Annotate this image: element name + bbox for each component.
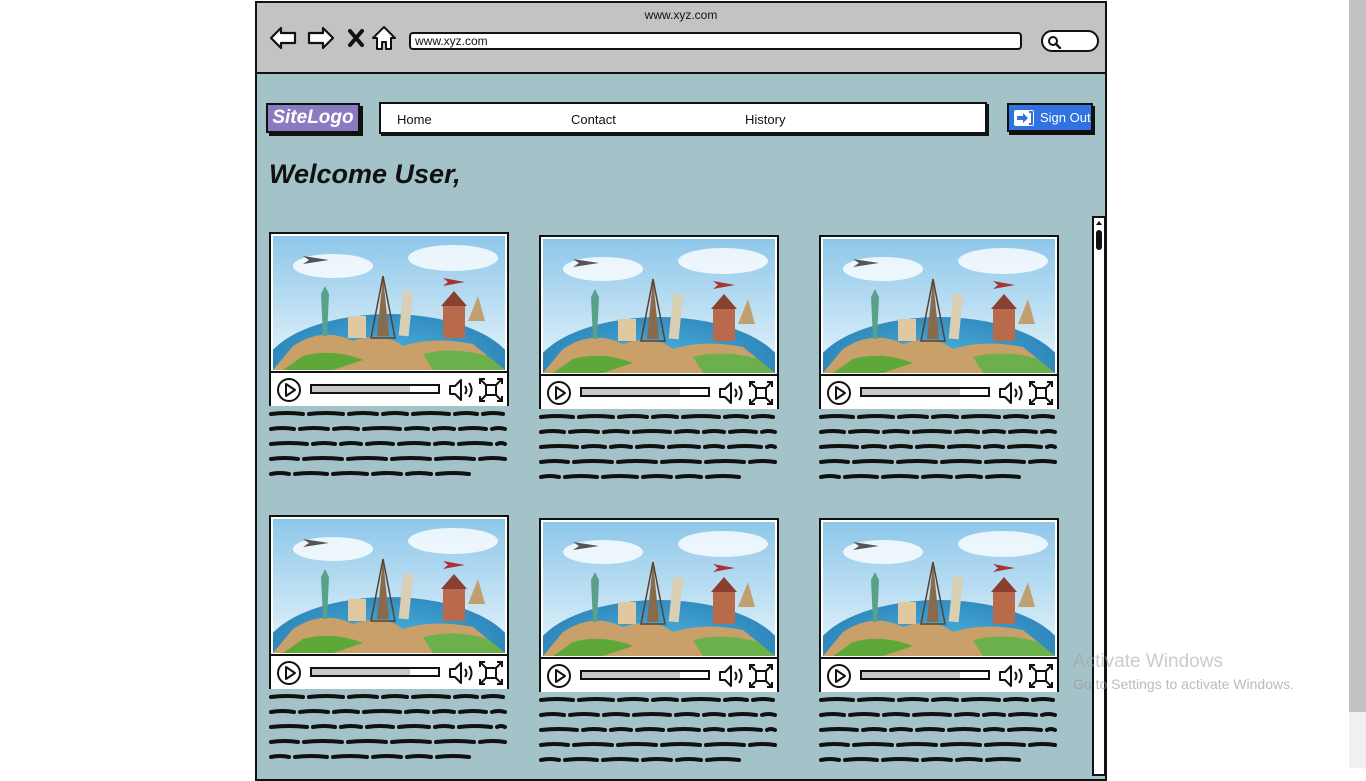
activation-watermark-subtitle: Go to Settings to activate Windows. [1073,676,1294,692]
video-thumbnail[interactable] [543,522,775,656]
video-seek-progress [862,672,961,678]
video-thumbnail[interactable] [823,239,1055,373]
browser-window: www.xyz.com www.xyz.com SiteLogo Home Co… [255,1,1107,781]
fullscreen-icon[interactable] [1028,663,1054,689]
video-seek-progress [862,389,961,395]
video-description-placeholder [539,411,779,485]
video-controls [541,657,777,692]
page-scrollbar-thumb[interactable] [1349,0,1366,712]
video-card [269,232,509,482]
fullscreen-icon[interactable] [478,377,504,403]
video-thumbnail[interactable] [273,236,505,370]
play-icon[interactable] [276,660,302,686]
nav-home[interactable]: Home [397,112,432,127]
video-thumbnail[interactable] [823,522,1055,656]
video-seek-bar[interactable] [860,387,990,397]
volume-icon[interactable] [448,660,476,686]
content-scrollbar[interactable] [1092,216,1106,776]
back-arrow-icon[interactable] [269,23,297,53]
volume-icon[interactable] [998,663,1026,689]
play-icon[interactable] [546,663,572,689]
video-controls [821,374,1057,409]
fullscreen-icon[interactable] [748,663,774,689]
video-seek-bar[interactable] [310,667,440,677]
nav-history[interactable]: History [745,112,785,127]
sign-in-arrow-icon [1014,109,1034,126]
video-player[interactable] [269,232,509,406]
video-player[interactable] [269,515,509,689]
play-icon[interactable] [276,377,302,403]
video-seek-progress [312,669,411,675]
video-player[interactable] [539,518,779,692]
welcome-heading: Welcome User, [269,159,461,189]
video-controls [271,654,507,689]
sign-out-label: Sign Out [1040,110,1091,125]
volume-icon[interactable] [448,377,476,403]
site-logo[interactable]: SiteLogo [266,103,360,133]
video-player[interactable] [819,235,1059,409]
fullscreen-icon[interactable] [1028,380,1054,406]
video-card [269,515,509,765]
close-icon[interactable] [342,23,370,53]
video-thumbnail[interactable] [273,519,505,653]
volume-icon[interactable] [998,380,1026,406]
video-player[interactable] [819,518,1059,692]
volume-icon[interactable] [718,663,746,689]
video-controls [271,371,507,406]
video-seek-progress [582,672,681,678]
play-icon[interactable] [826,380,852,406]
activation-watermark-title: Activate Windows [1073,651,1223,672]
video-card [539,235,779,485]
video-seek-bar[interactable] [310,384,440,394]
video-seek-bar[interactable] [580,670,710,680]
search-field[interactable] [1041,30,1099,52]
search-icon [1048,36,1061,49]
window-title: www.xyz.com [644,8,718,22]
forward-arrow-icon[interactable] [307,23,335,53]
scroll-up-icon[interactable] [1095,219,1103,227]
play-icon[interactable] [826,663,852,689]
video-description-placeholder [819,411,1059,485]
video-seek-progress [582,389,681,395]
url-field[interactable]: www.xyz.com [409,32,1022,50]
video-card [819,235,1059,485]
sign-out-button[interactable]: Sign Out [1007,103,1093,132]
home-icon[interactable] [370,23,398,53]
video-card [819,518,1059,768]
video-player[interactable] [539,235,779,409]
nav-contact[interactable]: Contact [571,112,616,127]
video-seek-progress [312,386,411,392]
fullscreen-icon[interactable] [478,660,504,686]
video-card [539,518,779,768]
browser-toolbar: www.xyz.com www.xyz.com [257,3,1105,74]
volume-icon[interactable] [718,380,746,406]
video-description-placeholder [269,408,509,482]
content-scrollbar-thumb[interactable] [1096,230,1102,250]
fullscreen-icon[interactable] [748,380,774,406]
main-nav: Home Contact History [379,102,987,134]
play-icon[interactable] [546,380,572,406]
video-description-placeholder [269,691,509,765]
video-thumbnail[interactable] [543,239,775,373]
video-controls [541,374,777,409]
video-seek-bar[interactable] [580,387,710,397]
video-controls [821,657,1057,692]
video-description-placeholder [819,694,1059,768]
video-description-placeholder [539,694,779,768]
video-seek-bar[interactable] [860,670,990,680]
